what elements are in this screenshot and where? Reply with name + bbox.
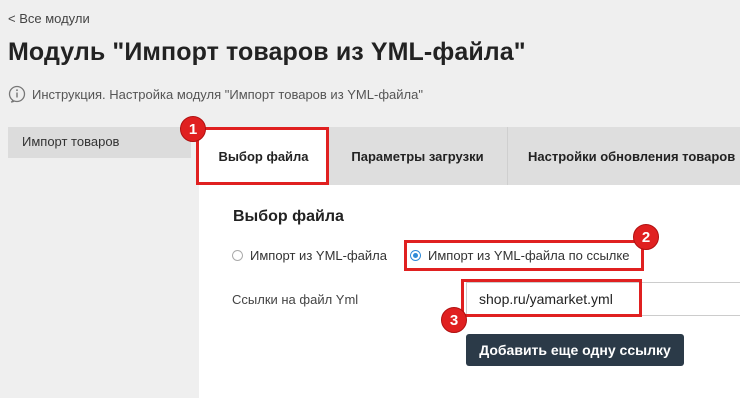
tab-update-settings[interactable]: Настройки обновления товаров [508, 127, 740, 185]
section-title: Выбор файла [233, 208, 344, 225]
yml-url-input[interactable] [466, 282, 740, 316]
step-badge-2: 2 [633, 224, 659, 250]
tab-load-parameters[interactable]: Параметры загрузки [328, 127, 508, 185]
settings-tabbar: Выбор файла Параметры загрузки Настройки… [199, 127, 740, 185]
yml-url-label: Ссылки на файл Yml [232, 292, 359, 307]
radio-label[interactable]: Импорт из YML-файла по ссылке [428, 248, 629, 263]
tab-file-selection[interactable]: Выбор файла [199, 127, 328, 185]
step-badge-3: 3 [441, 307, 467, 333]
radio-label[interactable]: Импорт из YML-файла [250, 248, 387, 263]
module-info-row[interactable]: Инструкция. Настройка модуля "Импорт тов… [8, 85, 423, 103]
step-badge-1: 1 [180, 116, 206, 142]
sidebar-item-product-import[interactable]: Импорт товаров [8, 127, 191, 158]
back-to-modules-link[interactable]: < Все модули [8, 11, 90, 26]
info-circle-icon [8, 85, 26, 103]
radio-import-yml-file[interactable]: Импорт из YML-файла [232, 248, 387, 263]
radio-import-yml-url[interactable]: Импорт из YML-файла по ссылке [410, 248, 629, 263]
add-link-button[interactable]: Добавить еще одну ссылку [466, 334, 684, 366]
page-title: Модуль "Импорт товаров из YML-файла" [8, 38, 526, 66]
module-instruction-link[interactable]: Инструкция. Настройка модуля "Импорт тов… [32, 87, 423, 102]
module-settings-panel: Выбор файла Параметры загрузки Настройки… [199, 127, 740, 398]
radio-button[interactable] [232, 250, 243, 261]
radio-button-checked[interactable] [410, 250, 421, 261]
